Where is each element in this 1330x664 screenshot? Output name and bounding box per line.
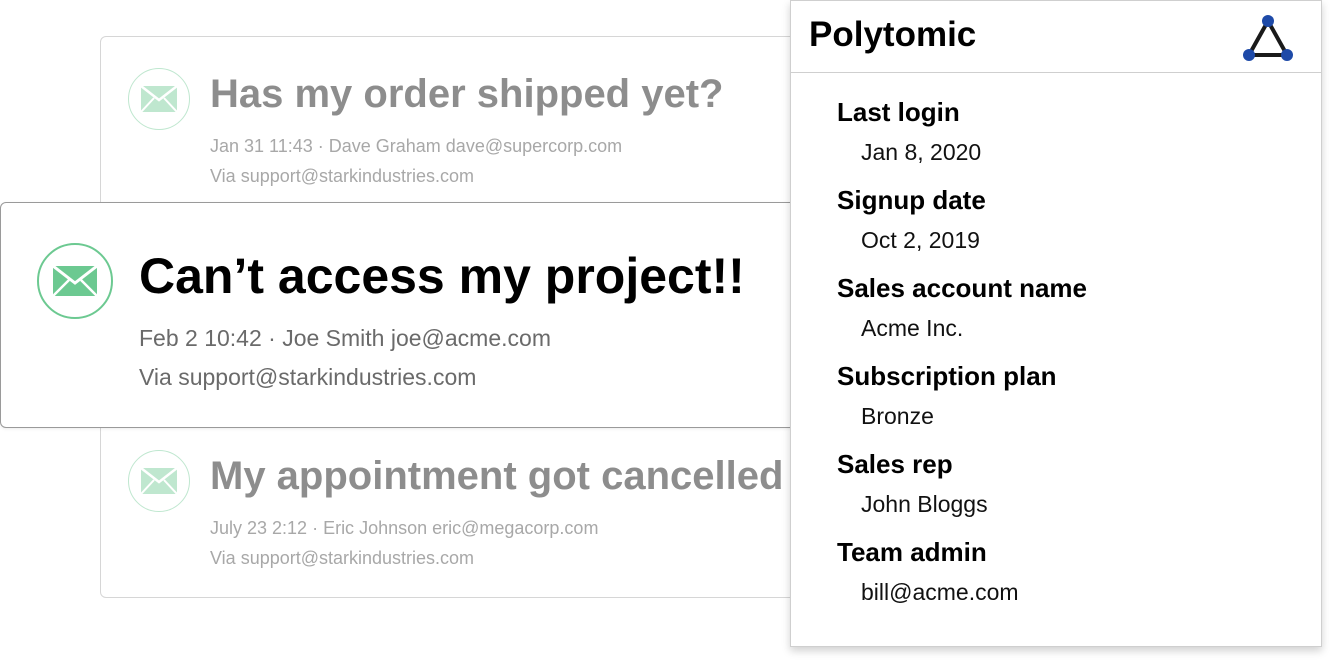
envelope-icon (128, 450, 190, 512)
ticket-title: Has my order shipped yet? (210, 72, 724, 116)
panel-title: Polytomic (809, 15, 977, 54)
ticket-meta: Jan 31 11:43 · Dave Graham dave@supercor… (210, 136, 623, 156)
field-team-admin: Team admin bill@acme.com (837, 537, 1301, 625)
field-signup-date: Signup date Oct 2, 2019 (837, 185, 1301, 273)
field-sales-account-name: Sales account name Acme Inc. (837, 273, 1301, 361)
field-value: Jan 8, 2020 (861, 139, 982, 165)
field-label: Subscription plan (837, 361, 1057, 391)
ticket-title: My appointment got cancelled (210, 454, 784, 498)
field-value: Oct 2, 2019 (861, 227, 980, 253)
field-label: Sales account name (837, 273, 1087, 303)
polytomic-logo-icon (1241, 13, 1295, 63)
field-value: bill@acme.com (861, 579, 1019, 605)
field-label: Sales rep (837, 449, 953, 479)
ticket-via: Via support@starkindustries.com (139, 364, 477, 390)
polytomic-panel: Polytomic Last login Jan 8, 2020 Signup … (790, 0, 1322, 647)
field-label: Signup date (837, 185, 986, 215)
ticket-via: Via support@starkindustries.com (210, 166, 475, 186)
panel-fields: Last login Jan 8, 2020 Signup date Oct 2… (837, 97, 1301, 625)
ticket-meta: Feb 2 10:42 · Joe Smith joe@acme.com (139, 325, 551, 351)
ticket-via: Via support@starkindustries.com (210, 548, 475, 568)
ticket-meta: July 23 2:12 · Eric Johnson eric@megacor… (210, 518, 599, 538)
field-sales-rep: Sales rep John Bloggs (837, 449, 1301, 537)
panel-header: Polytomic (791, 1, 1321, 73)
field-label: Team admin (837, 537, 987, 567)
field-value: Acme Inc. (861, 315, 964, 341)
field-subscription-plan: Subscription plan Bronze (837, 361, 1301, 449)
ticket-title: Can’t access my project!! (139, 248, 745, 304)
field-last-login: Last login Jan 8, 2020 (837, 97, 1301, 185)
field-value: John Bloggs (861, 491, 988, 517)
stage: Has my order shipped yet? Jan 31 11:43 ·… (0, 0, 1330, 664)
field-label: Last login (837, 97, 960, 127)
field-value: Bronze (861, 403, 934, 429)
ticket-item-active[interactable]: Can’t access my project!! Feb 2 10:42 · … (0, 202, 830, 428)
envelope-icon (128, 68, 190, 130)
envelope-icon (37, 243, 113, 319)
